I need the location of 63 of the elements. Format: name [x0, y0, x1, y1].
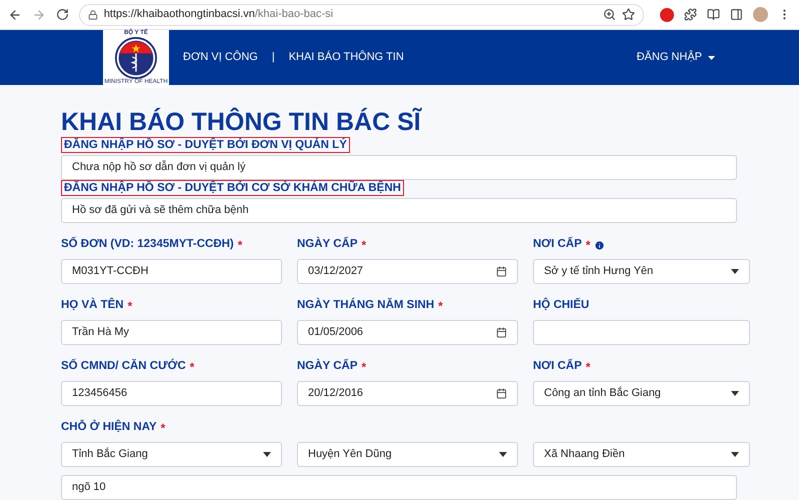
required-mark: * [586, 359, 590, 376]
nav-separator: | [272, 50, 275, 66]
calendar-icon [496, 266, 507, 277]
field-label: SỐ CMND/ CĂN CƯỚC [61, 358, 186, 374]
reload-icon[interactable] [56, 8, 69, 21]
back-icon[interactable] [8, 8, 22, 22]
puzzle-icon[interactable] [684, 8, 698, 21]
url-text: https://khaibaothongtinbacsi.vn/khai-bao-bac-si [104, 7, 334, 22]
login-button[interactable]: ĐĂNG NHẬP [636, 30, 715, 85]
required-mark: * [438, 298, 443, 315]
field-label: SỐ ĐƠN (VD: 12345MYT-CCĐH) [61, 236, 234, 252]
input-field[interactable]: Trần Hà My [61, 320, 282, 345]
field-label: HỘ CHIẾU [533, 297, 590, 314]
required-mark: * [238, 237, 242, 254]
field-label: NƠI CẤP [533, 358, 582, 374]
caret-icon [263, 452, 271, 457]
calendar-icon [496, 327, 507, 338]
extension-icon[interactable] [660, 8, 674, 22]
address-field[interactable]: ngõ 10 [61, 475, 737, 500]
field-label: HỌ VÀ TÊN [61, 297, 124, 314]
required-mark: * [362, 359, 366, 376]
caret-icon [708, 56, 715, 60]
input-field[interactable] [533, 320, 750, 345]
caret-icon [731, 391, 739, 396]
zoom-icon[interactable] [603, 8, 616, 21]
status-field: Hồ sơ đã gửi và sẽ thêm chữa bệnh [61, 198, 737, 223]
section-label: ĐĂNG NHẬP HỒ SƠ - DUYỆT BỞI ĐƠN VỊ QUẢN LÝ [61, 137, 350, 153]
star-icon[interactable] [622, 8, 636, 21]
dropdown[interactable]: Công an tỉnh Bắc Giang [533, 381, 750, 406]
field-label: NƠI CẤP [533, 236, 582, 252]
caduceus-emblem-icon[interactable] [115, 37, 157, 79]
field-label: NGÀY THÁNG NĂM SINH [297, 297, 434, 314]
status-field: Chưa nộp hồ sơ dẫn đơn vị quản lý [61, 155, 737, 180]
nav-link[interactable]: KHAI BÁO THÔNG TIN [288, 49, 404, 66]
field-label: NGÀY CẤP [297, 236, 358, 252]
dropdown[interactable]: Huyện Yên Dũng [297, 442, 518, 467]
dropdown[interactable]: Sở y tế tỉnh Hưng Yên [533, 259, 750, 284]
address-bar[interactable]: https://khaibaothongtinbacsi.vn/khai-bao-bac-si [78, 4, 644, 26]
calendar-icon [496, 388, 507, 399]
date-field[interactable]: 03/12/2027 [297, 259, 518, 284]
side-panel-icon[interactable] [730, 8, 744, 21]
dropdown[interactable]: Tỉnh Bắc Giang [61, 442, 282, 467]
field-label: NGÀY CẤP [297, 358, 358, 374]
input-field[interactable]: M031YT-CCĐH [61, 259, 282, 284]
caret-icon [731, 269, 739, 274]
info-icon[interactable] [594, 240, 606, 250]
caret-icon [499, 452, 507, 457]
caret-icon [731, 452, 739, 457]
dropdown[interactable]: Xã Nhaang Điền [533, 442, 750, 467]
required-mark: * [362, 237, 366, 254]
nav-link[interactable]: ĐƠN VỊ CÔNG [183, 49, 258, 66]
required-mark: * [160, 420, 166, 437]
required-mark: * [128, 298, 132, 315]
section-label: ĐĂNG NHẬP HỒ SƠ - DUYỆT BỞI CƠ SỞ KHÁM CHỮA BỆNH [61, 180, 404, 196]
input-field[interactable]: 123456456 [61, 381, 282, 406]
lock-icon [88, 10, 98, 20]
required-mark: * [586, 237, 590, 254]
date-field[interactable]: 01/05/2006 [297, 320, 518, 345]
page-title: KHAI BÁO THÔNG TIN BÁC SĨ [61, 107, 423, 137]
required-mark: * [190, 359, 194, 376]
field-label: CHỖ Ở HIỆN NAY [61, 419, 157, 436]
book-icon[interactable] [707, 8, 720, 21]
date-field[interactable]: 20/12/2016 [297, 381, 518, 406]
